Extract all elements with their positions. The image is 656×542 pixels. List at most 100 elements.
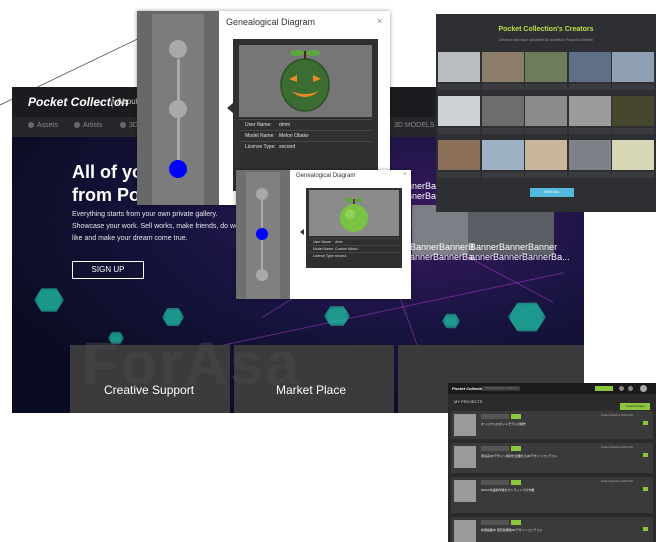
project-tag [481,480,509,485]
creator-thumbnail[interactable] [612,52,654,90]
info-row-user: User Name: dmm [239,119,372,130]
creator-thumbnail[interactable] [568,96,611,134]
notification-icon[interactable] [619,386,624,391]
upload-button[interactable] [595,386,613,391]
model-info-rows: User Name: dmm Model Name: Melon Obake Lic… [239,119,372,152]
create-project-button[interactable]: Create Project [620,403,650,410]
creator-caption-bar [481,84,524,90]
banner-text[interactable]: BannerBannerBanner annerBannerBannerBa..… [470,242,570,262]
project-row[interactable]: 新規掲載中 限定版機能3Dデザインコンテスト [451,517,653,542]
info-row-model: Model Name: Melon Obake [239,130,372,141]
project-row[interactable]: オリジナルロボットモデルの制作 Pocket Collection 2022/11… [451,411,653,439]
project-meta: Pocket Collection 2022/11/01 [601,446,634,449]
creator-model-image [438,96,480,126]
info-row-license: License Type:second [239,141,372,152]
creator-thumbnail[interactable] [438,96,480,134]
creator-caption-bar [438,84,480,90]
avatar[interactable] [640,385,647,392]
subnav-item-3d[interactable]: 3D [120,122,138,129]
assets-icon [28,122,34,128]
project-thumbnail [454,480,476,502]
tree-node[interactable] [169,40,187,58]
project-status-badge [511,446,521,451]
my-projects-panel: Pocket Collection Search Pocket Collecti… [448,383,656,542]
custom-melon-model [340,198,368,232]
project-tag [481,446,509,451]
creator-thumbnail[interactable] [612,140,654,178]
creator-thumbnail[interactable] [481,140,524,178]
pointer-arrow [300,229,304,235]
creator-thumbnail[interactable] [568,52,611,90]
creator-thumbnail[interactable] [525,140,567,178]
creator-model-image [525,52,567,82]
tree-node-active[interactable] [169,160,187,178]
subnav-item-3d-models[interactable]: 3D MODELS [394,122,434,129]
creator-model-image [612,52,654,82]
site-logo[interactable]: Pocket Collection [28,95,129,109]
creator-model-image [438,140,480,170]
3d-icon [120,122,126,128]
projects-logo[interactable]: Pocket Collection [452,386,486,391]
project-action-icon[interactable] [643,453,648,457]
creator-model-image [568,52,611,82]
tree-node[interactable] [169,100,187,118]
close-icon[interactable]: × [377,16,382,26]
creator-thumbnail[interactable] [568,140,611,178]
creator-caption-bar [568,172,611,178]
info-row-license: License Type:second [309,252,399,259]
project-status-badge [511,520,521,525]
card-label-creative-support: Creative Support [104,383,195,397]
model-preview-image [309,190,399,236]
project-title: 3DCG作品制作等をオンラインでの作業 [481,488,535,492]
melon-obake-model [280,50,330,112]
creator-thumbnail[interactable] [481,96,524,134]
subnav-item-artists[interactable]: Artists [74,122,102,129]
project-meta: Pocket Collection 2022/11/01 [601,414,634,417]
creator-caption-bar [612,84,654,90]
creator-thumbnail[interactable] [525,96,567,134]
signup-button[interactable]: SIGN UP [72,261,144,279]
project-status-badge [511,480,521,485]
creator-caption-bar [438,128,480,134]
project-action-icon[interactable] [643,487,648,491]
project-title: 家具系3Dデザイン素材を企業から3Dデザインコンテスト [481,454,558,458]
model-info-rows: User Name: dmm Model Name:Custom Melon Li… [309,238,399,259]
creator-caption-bar [568,128,611,134]
creator-caption-bar [438,172,480,178]
project-title: 新規掲載中 限定版機能3Dデザインコンテスト [481,528,543,532]
project-row[interactable]: 3DCG作品制作等をオンラインでの作業 Pocket Collection 202… [451,477,653,513]
project-thumbnail [454,414,476,436]
project-row[interactable]: 家具系3Dデザイン素材を企業から3Dデザインコンテスト Pocket Collec… [451,443,653,473]
project-action-icon[interactable] [643,527,648,531]
project-thumbnail [454,446,476,468]
project-list: オリジナルロボットモデルの制作 Pocket Collection 2022/11… [448,411,656,542]
creator-model-image [525,96,567,126]
creators-grid [438,52,654,182]
close-icon[interactable]: × [403,172,407,178]
creator-thumbnail[interactable] [612,96,654,134]
subnav-item-assets[interactable]: Assets [28,122,58,129]
creator-model-image [568,140,611,170]
creator-thumbnail[interactable] [438,140,480,178]
creator-model-image [568,96,611,126]
search-placeholder: Search Pocket Collection [485,386,519,390]
project-action-icon[interactable] [643,421,648,425]
creator-thumbnail[interactable] [438,52,480,90]
creator-thumbnail[interactable] [481,52,524,90]
creator-thumbnail[interactable] [525,52,567,90]
tree-node[interactable] [256,269,268,281]
project-tag [481,414,509,419]
creator-caption-bar [481,172,524,178]
genealogical-diagram-small: Genealogical Diagram × User Name: dmm Mod… [236,170,411,299]
diagram-title: Genealogical Diagram [296,173,356,179]
view-all-button[interactable]: VIEW ALL [530,188,574,197]
creator-caption-bar [525,128,567,134]
tree-node-active[interactable] [256,228,268,240]
message-icon[interactable] [628,386,633,391]
creator-model-image [525,140,567,170]
creator-caption-bar [612,128,654,134]
creator-model-image [438,52,480,82]
info-row-model: Model Name:Custom Melon [309,245,399,252]
tree-node[interactable] [256,188,268,200]
diagram-title: Genealogical Diagram [226,17,316,27]
